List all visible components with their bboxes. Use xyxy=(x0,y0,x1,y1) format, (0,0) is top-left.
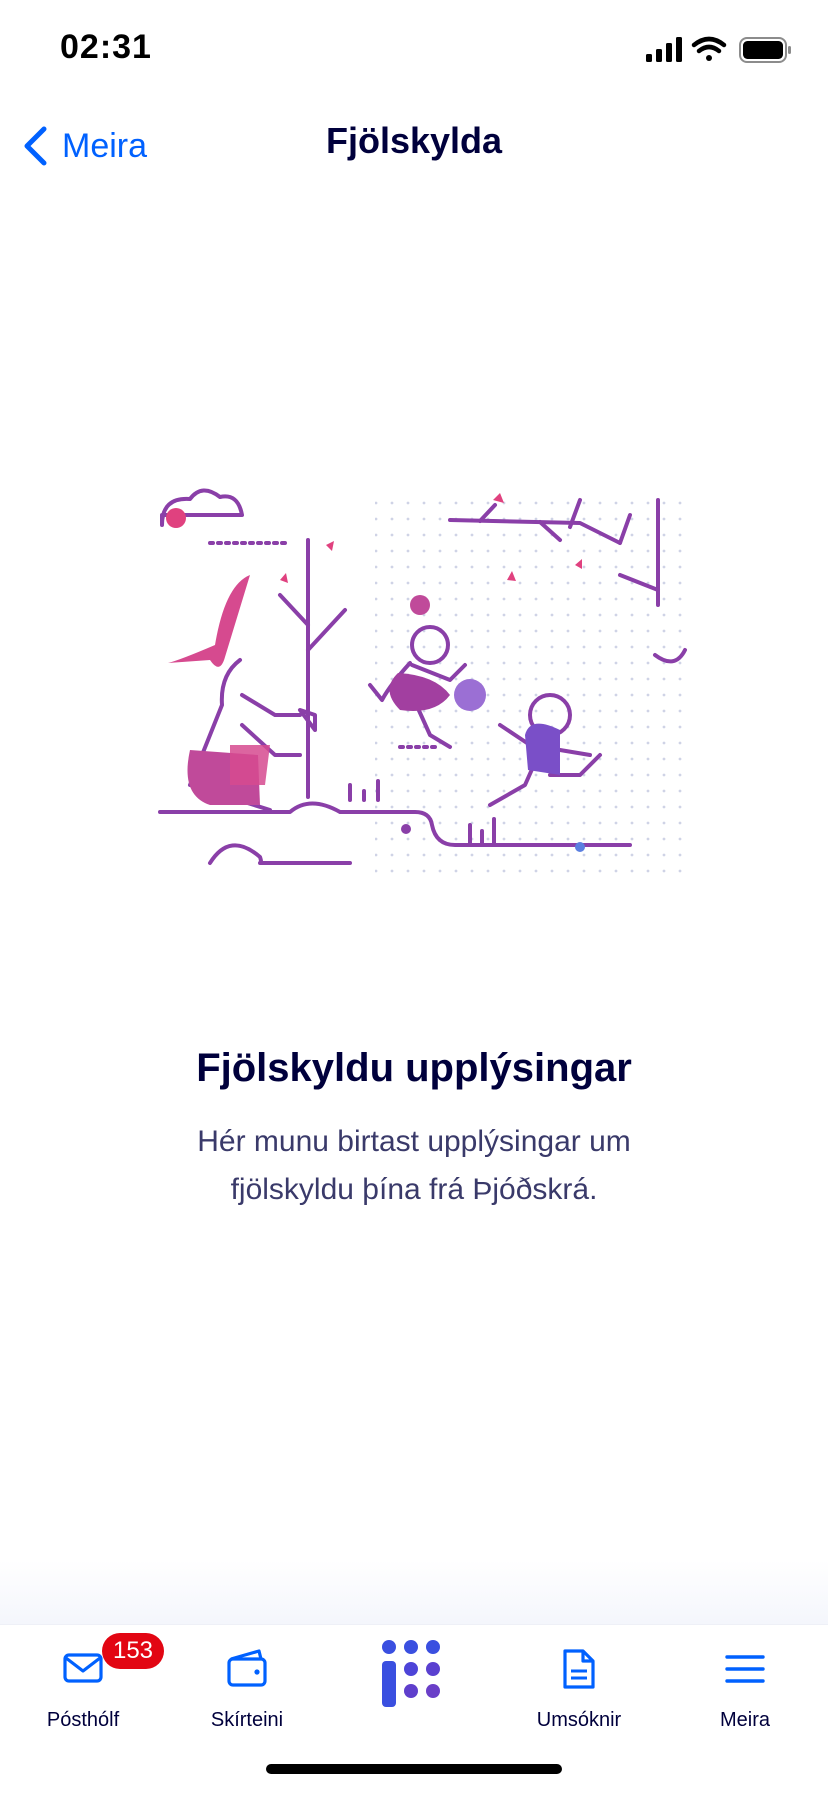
page-title: Fjölskylda xyxy=(325,120,503,161)
status-icons xyxy=(644,34,794,66)
status-bar: 02:31 xyxy=(0,0,828,100)
tab-label: Umsóknir xyxy=(536,1709,622,1731)
tab-label: Skírteini xyxy=(210,1709,284,1731)
cellular-signal-icon xyxy=(646,37,682,62)
document-icon xyxy=(563,1649,595,1689)
tab-label: Meira xyxy=(719,1709,770,1731)
tab-home[interactable] xyxy=(339,1625,489,1735)
tab-posthólf[interactable]: 153 Pósthólf xyxy=(8,1625,164,1735)
tab-label: Pósthólf xyxy=(46,1709,120,1731)
tab-skirteini[interactable]: Skírteini xyxy=(172,1625,322,1735)
home-indicator xyxy=(266,1764,562,1774)
empty-state-description: Hér munu birtast upplýsingar um fjölskyl… xyxy=(197,1125,631,1206)
empty-state-title: Fjölskyldu upplýsingar xyxy=(196,1046,632,1090)
unread-count-badge: 153 xyxy=(102,1633,164,1669)
navigation-bar: Meira Fjölskylda xyxy=(0,100,828,190)
island-logo-icon xyxy=(382,1640,440,1707)
battery-icon xyxy=(739,37,791,63)
wallet-icon xyxy=(227,1649,267,1687)
wifi-icon xyxy=(691,36,727,61)
tab-meira[interactable]: Meira xyxy=(670,1625,820,1735)
mail-icon xyxy=(63,1653,103,1683)
status-time: 02:31 xyxy=(60,28,152,66)
menu-icon xyxy=(725,1655,765,1683)
tabbar-fade xyxy=(0,1560,828,1624)
tab-umsoknir[interactable]: Umsóknir xyxy=(504,1625,654,1735)
family-playing-illustration xyxy=(150,485,690,885)
